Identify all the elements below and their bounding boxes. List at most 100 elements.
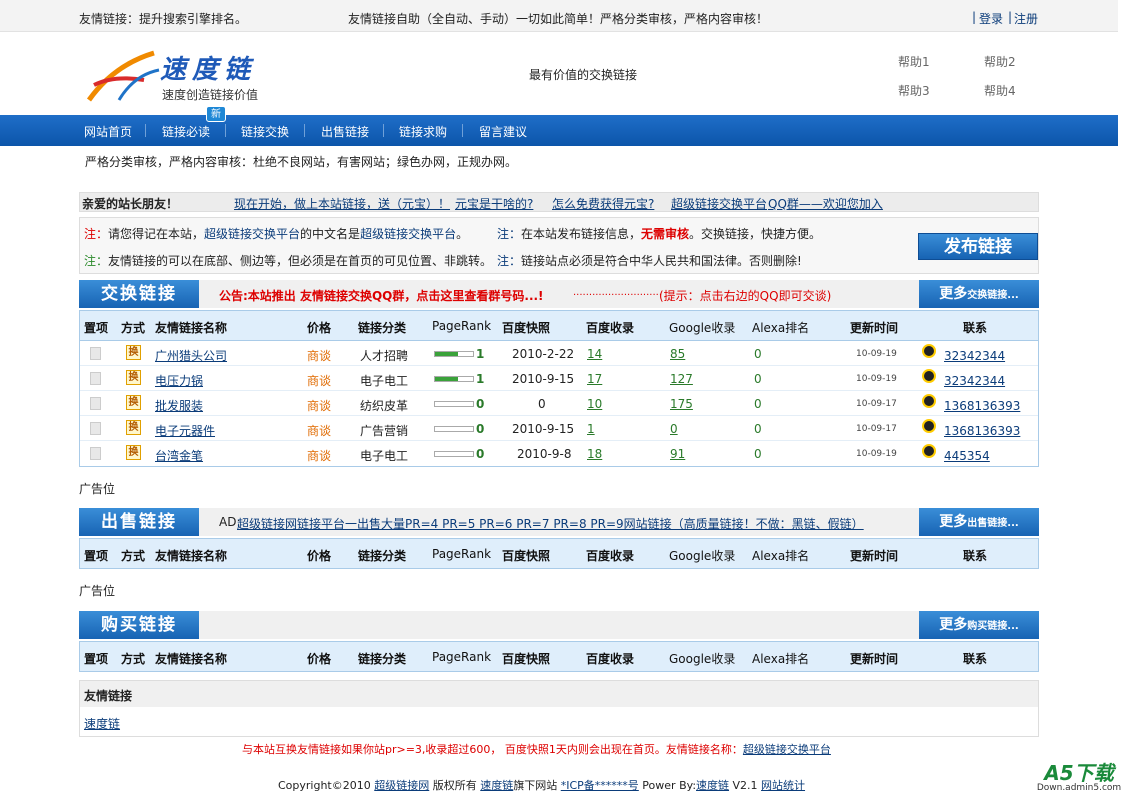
link-name[interactable]: 电压力锅 [155, 374, 203, 388]
qq-icon[interactable] [922, 344, 936, 358]
power-link[interactable]: 速度链 [696, 779, 729, 792]
exchange-method-icon: 换 [126, 345, 141, 360]
qq-number[interactable]: 1368136393 [944, 424, 1020, 438]
qq-icon[interactable] [922, 419, 936, 433]
pagerank-value: 0 [476, 422, 485, 436]
footer-platform-link[interactable]: 超级链接交换平台 [743, 743, 831, 756]
greeting-link-what[interactable]: 元宝是干啥的? [455, 195, 533, 212]
qq-number[interactable]: 445354 [944, 449, 990, 463]
nav-sell[interactable]: 出售链接 [321, 123, 369, 140]
baidu-index[interactable]: 14 [587, 347, 602, 361]
login-link[interactable]: 登录 [979, 10, 1003, 27]
help-link-3[interactable]: 帮助3 [898, 82, 930, 99]
baidu-index[interactable]: 10 [587, 397, 602, 411]
qq-icon[interactable] [922, 444, 936, 458]
more-exchange-button[interactable]: 更多交换链接... [919, 280, 1039, 308]
greeting-link-platform[interactable]: 超级链接交换平台 [671, 195, 767, 212]
help-link-2[interactable]: 帮助2 [984, 53, 1016, 70]
stats-link[interactable]: 网站统计 [761, 779, 805, 792]
publish-link-button[interactable]: 发布链接 [918, 233, 1038, 260]
pagerank-bar [434, 426, 474, 432]
buy-title: 购买链接 [79, 611, 199, 639]
more-sell-button[interactable]: 更多出售链接... [919, 508, 1039, 536]
document-icon [90, 397, 101, 410]
greeting-link-free[interactable]: 怎么免费获得元宝? [552, 195, 654, 212]
table-row: 换 电子元器件 商谈 广告营销 0 2010-9-15 1 0 0 10-09-… [80, 416, 1038, 441]
link-name[interactable]: 广州猎头公司 [155, 349, 227, 363]
category: 电子电工 [360, 449, 409, 463]
logo-slogan: 速度创造链接价值 [162, 88, 259, 102]
col-updated: 更新时间 [850, 549, 899, 563]
baidu-index[interactable]: 17 [587, 372, 602, 386]
category: 人才招聘 [360, 349, 409, 363]
exchange-announcement[interactable]: 公告:本站推出 友情链接交换QQ群，点击这里查看群号码...! [219, 287, 544, 304]
footer-sub-link[interactable]: 速度链 [480, 779, 513, 792]
table-row: 换 电压力锅 商谈 电子电工 1 2010-9-15 17 127 0 10-0… [80, 366, 1038, 391]
nav-exchange[interactable]: 链接交换 [241, 123, 289, 140]
link-name[interactable]: 台湾金笔 [155, 449, 203, 463]
qq-number[interactable]: 32342344 [944, 349, 1005, 363]
exchange-method-icon: 换 [126, 370, 141, 385]
category: 广告营销 [360, 424, 409, 438]
main-nav: 网站首页 链接必读 链接交换 出售链接 链接求购 留言建议 [0, 115, 1118, 146]
nav-divider [225, 124, 226, 137]
nav-home[interactable]: 网站首页 [84, 123, 132, 140]
col-updated: 更新时间 [850, 321, 899, 335]
exchange-hint: (提示：点击右边的QQ即可交谈) [659, 289, 832, 303]
col-pagerank: PageRank [432, 547, 492, 561]
ad-slot-2: 广告位 [79, 584, 116, 598]
pagerank-bar [434, 351, 474, 357]
google-index[interactable]: 127 [670, 372, 693, 386]
top-left-text: 友情链接：提升搜索引擎排名。 [79, 12, 248, 26]
more-buy-button[interactable]: 更多购买链接... [919, 611, 1039, 639]
google-index[interactable]: 91 [670, 447, 685, 461]
icp-link[interactable]: *ICP备******号 [561, 779, 639, 792]
friend-link[interactable]: 速度链 [84, 715, 120, 732]
col-category: 链接分类 [358, 549, 407, 563]
table-row: 换 台湾金笔 商谈 电子电工 0 2010-9-8 18 91 0 10-09-… [80, 441, 1038, 466]
pagerank-value: 0 [476, 397, 485, 411]
col-contact: 联系 [963, 549, 988, 563]
price: 商谈 [307, 424, 332, 438]
alexa-rank: 0 [754, 397, 762, 411]
price: 商谈 [307, 349, 332, 363]
qq-number[interactable]: 32342344 [944, 374, 1005, 388]
greeting-link-qq[interactable]: QQ群——欢迎您加入 [768, 195, 883, 212]
greeting-link-yuanbao[interactable]: 现在开始，做上本站链接，送（元宝）！ [234, 195, 450, 212]
col-top: 置项 [84, 652, 109, 666]
col-baidu-index: 百度收录 [586, 321, 635, 335]
exchange-method-icon: 换 [126, 445, 141, 460]
col-name: 友情链接名称 [155, 549, 228, 563]
nav-buy[interactable]: 链接求购 [399, 123, 447, 140]
baidu-index[interactable]: 1 [587, 422, 595, 436]
logo[interactable]: 速度链 速度创造链接价值 [84, 45, 274, 105]
qq-icon[interactable] [922, 369, 936, 383]
buy-table-header: 置项 方式 友情链接名称 价格 链接分类 PageRank 百度快照 百度收录 … [79, 641, 1039, 672]
nav-divider [304, 124, 305, 137]
col-baidu-index: 百度收录 [586, 652, 635, 666]
link-name[interactable]: 电子元器件 [155, 424, 215, 438]
qq-number[interactable]: 1368136393 [944, 399, 1020, 413]
footer-site-link[interactable]: 超级链接网 [374, 779, 429, 792]
link-name[interactable]: 批发服装 [155, 399, 203, 413]
google-index[interactable]: 0 [670, 422, 678, 436]
baidu-snapshot: 2010-9-15 [512, 422, 575, 436]
alexa-rank: 0 [754, 347, 762, 361]
google-index[interactable]: 175 [670, 397, 693, 411]
help-link-1[interactable]: 帮助1 [898, 53, 930, 70]
google-index[interactable]: 85 [670, 347, 685, 361]
sell-ad-link[interactable]: 超级链接网链接平台一出售大量PR=4 PR=5 PR=6 PR=7 PR=8 P… [237, 515, 864, 532]
document-icon [90, 422, 101, 435]
col-contact: 联系 [963, 652, 988, 666]
exchange-section-header: 交换链接 公告:本站推出 友情链接交换QQ群，点击这里查看群号码...! ...… [79, 280, 1039, 308]
nav-must-read[interactable]: 链接必读 [162, 123, 210, 140]
baidu-index[interactable]: 18 [587, 447, 602, 461]
help-link-4[interactable]: 帮助4 [984, 82, 1016, 99]
register-link[interactable]: 注册 [1014, 10, 1038, 27]
nav-divider [383, 124, 384, 137]
qq-icon[interactable] [922, 394, 936, 408]
note-1: 注：请您得记在本站，超级链接交换平台的中文名是超级链接交换平台。 [84, 227, 469, 241]
nav-feedback[interactable]: 留言建议 [479, 123, 527, 140]
col-google: Google收录 [669, 549, 736, 563]
col-category: 链接分类 [358, 652, 407, 666]
